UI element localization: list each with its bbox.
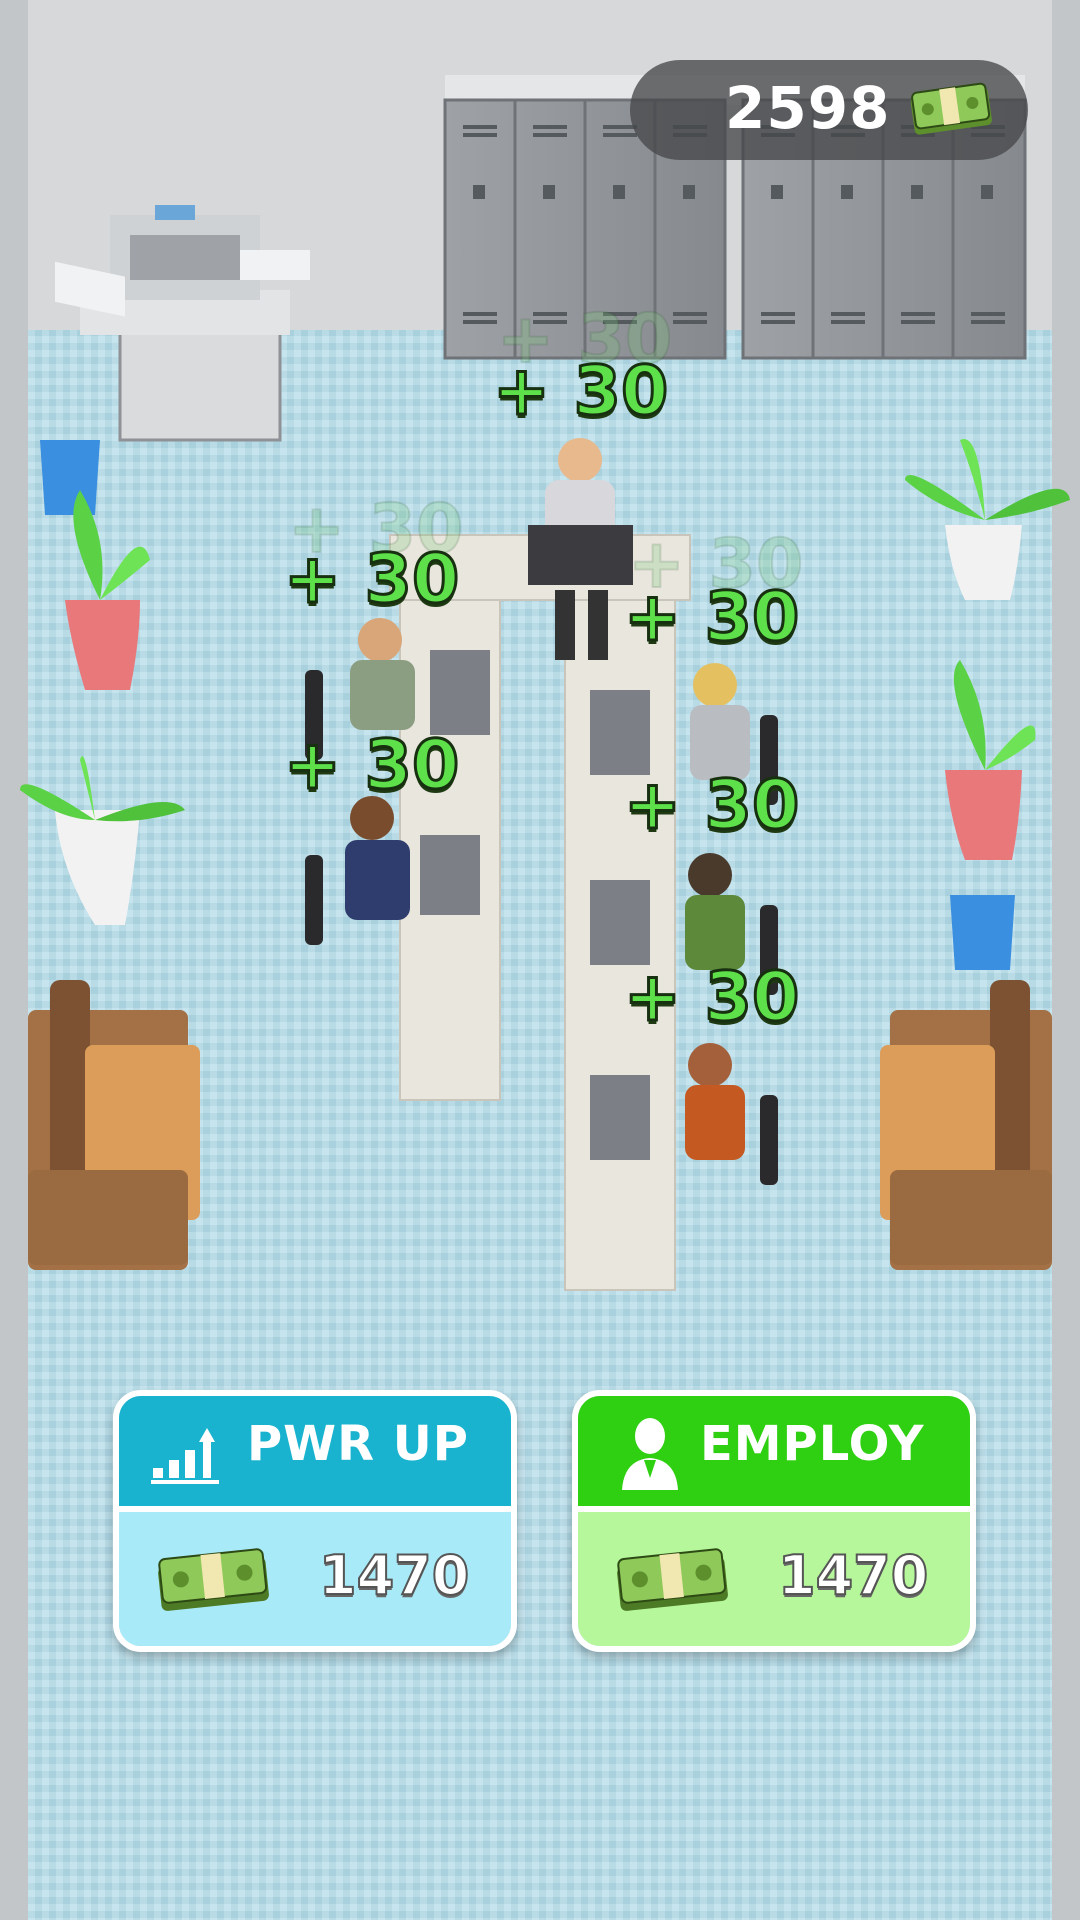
employ-header: EMPLOY bbox=[578, 1396, 970, 1506]
income-popup: + 30 bbox=[622, 957, 800, 1039]
power-up-header: PWR UP bbox=[119, 1396, 511, 1506]
power-up-label: PWR UP bbox=[247, 1416, 469, 1472]
income-popup: + 30 bbox=[491, 351, 669, 433]
income-popup: + 30 bbox=[282, 725, 460, 807]
power-up-price: 1470 bbox=[318, 1543, 470, 1608]
income-popup: + 30 bbox=[622, 577, 800, 659]
currency-amount: 2598 bbox=[725, 74, 891, 142]
employ-label: EMPLOY bbox=[700, 1416, 925, 1472]
bar-chart-up-icon bbox=[151, 1428, 219, 1484]
income-popup: + 30 bbox=[282, 539, 460, 621]
employ-button[interactable]: EMPLOY 1470 bbox=[572, 1390, 976, 1652]
income-popup: + 30 bbox=[622, 765, 800, 847]
power-up-button[interactable]: PWR UP 1470 bbox=[113, 1390, 517, 1652]
employee-icon bbox=[622, 1418, 678, 1490]
currency-counter: 2598 bbox=[630, 60, 1028, 160]
employ-price: 1470 bbox=[777, 1543, 929, 1608]
cash-stack-icon bbox=[910, 82, 992, 135]
cash-stack-icon bbox=[617, 1548, 728, 1611]
office-scene: 2598 + 30 + 30 + 30 + 30 + 30 + 30 + 30 … bbox=[0, 0, 1080, 1920]
cash-stack-icon bbox=[158, 1548, 269, 1611]
